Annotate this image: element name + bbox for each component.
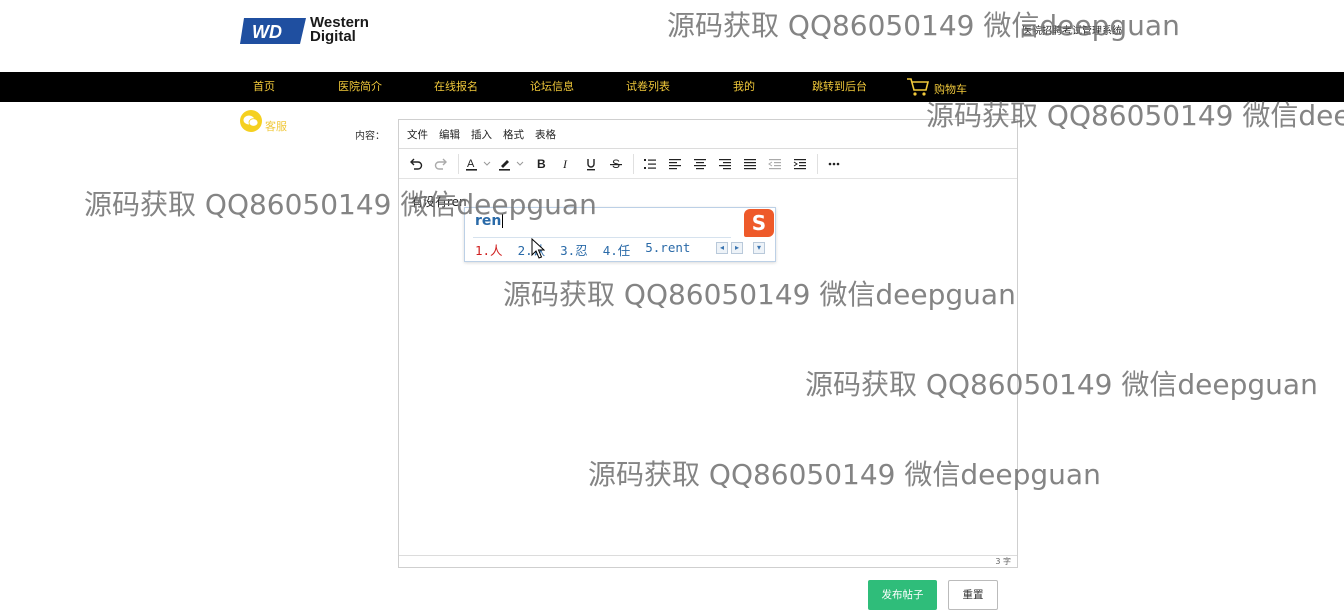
nav-backend[interactable]: 跳转到后台 <box>812 72 867 102</box>
align-left-icon[interactable] <box>664 153 686 175</box>
toolbar-divider <box>633 154 634 174</box>
editor-toolbar: A B I S <box>399 150 1017 179</box>
word-count: 3 字 <box>995 557 1011 566</box>
menu-format[interactable]: 格式 <box>503 127 524 142</box>
nav-hospital-intro[interactable]: 医院简介 <box>338 72 382 102</box>
sogou-logo-icon: S <box>744 209 774 237</box>
ime-candidate-window: ren S 1.人 2.认 3.忍 4.任 5.rent ◂ ▸ ▾ <box>464 207 776 262</box>
cart-icon <box>907 78 930 96</box>
customer-service[interactable]: 客服 <box>240 110 287 133</box>
align-right-icon[interactable] <box>714 153 736 175</box>
ime-candidate[interactable]: 3.忍 <box>560 240 588 259</box>
logo-text-line2: Digital <box>310 28 356 45</box>
menu-file[interactable]: 文件 <box>407 127 428 142</box>
svg-text:I: I <box>562 157 568 171</box>
ime-expand-icon[interactable]: ▾ <box>753 242 765 254</box>
bold-icon[interactable]: B <box>530 153 552 175</box>
svg-text:B: B <box>537 157 546 171</box>
svg-text:A: A <box>467 158 475 170</box>
ime-composition: ren <box>475 213 504 229</box>
mouse-pointer-icon <box>531 238 545 259</box>
outdent-icon[interactable] <box>764 153 786 175</box>
list-icon[interactable] <box>639 153 661 175</box>
nav-online-registration[interactable]: 在线报名 <box>434 72 478 102</box>
nav-home[interactable]: 首页 <box>253 72 275 102</box>
editor-statusbar: 3 字 <box>399 555 1017 567</box>
nav-forum[interactable]: 论坛信息 <box>530 72 574 102</box>
menu-insert[interactable]: 插入 <box>471 127 492 142</box>
ime-candidate[interactable]: 1.人 <box>475 240 503 259</box>
indent-icon[interactable] <box>789 153 811 175</box>
main-navbar: 首页 医院简介 在线报名 论坛信息 试卷列表 我的 跳转到后台 购物车 <box>0 72 1344 102</box>
underline-icon[interactable] <box>580 153 602 175</box>
publish-post-button[interactable]: 发布帖子 <box>868 580 937 610</box>
nav-exam-list[interactable]: 试卷列表 <box>626 72 670 102</box>
menu-table[interactable]: 表格 <box>535 127 556 142</box>
redo-icon[interactable] <box>430 153 452 175</box>
ime-candidate[interactable]: 5.rent <box>645 240 690 259</box>
reset-button[interactable]: 重置 <box>948 580 998 610</box>
cart-label: 购物车 <box>934 83 967 96</box>
ime-candidate[interactable]: 4.任 <box>603 240 631 259</box>
site-title: 医院招聘考试管理系统 <box>1022 26 1122 37</box>
wd-logo[interactable]: WD Western Digital <box>240 14 385 48</box>
align-justify-icon[interactable] <box>739 153 761 175</box>
toolbar-divider <box>817 154 818 174</box>
ime-prev-page-icon[interactable]: ◂ <box>716 242 728 254</box>
ime-next-page-icon[interactable]: ▸ <box>731 242 743 254</box>
highlight-icon[interactable] <box>497 153 527 175</box>
strikethrough-icon[interactable]: S <box>605 153 627 175</box>
svg-text:WD: WD <box>252 22 282 42</box>
ime-candidates: 1.人 2.认 3.忍 4.任 5.rent <box>475 240 690 259</box>
content-label: 内容： <box>355 131 385 142</box>
rich-text-editor: 文件 编辑 插入 格式 表格 A B I S 有没有ren 3 字 <box>398 119 1018 568</box>
italic-icon[interactable]: I <box>555 153 577 175</box>
editor-menubar: 文件 编辑 插入 格式 表格 <box>399 120 1017 149</box>
nav-mine[interactable]: 我的 <box>733 72 755 102</box>
nav-cart[interactable]: 购物车 <box>906 72 967 102</box>
font-color-icon[interactable]: A <box>464 153 494 175</box>
wechat-icon <box>240 110 262 132</box>
toolbar-divider <box>458 154 459 174</box>
align-center-icon[interactable] <box>689 153 711 175</box>
editor-content[interactable]: 有没有ren <box>411 193 467 210</box>
undo-icon[interactable] <box>405 153 427 175</box>
menu-edit[interactable]: 编辑 <box>439 127 460 142</box>
customer-service-label: 客服 <box>265 120 287 133</box>
more-icon[interactable] <box>823 153 845 175</box>
